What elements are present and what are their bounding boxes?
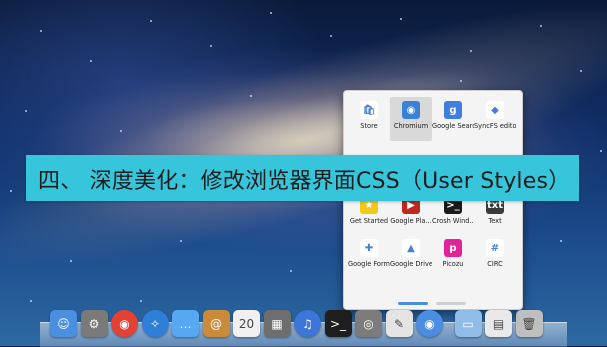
- messages-icon[interactable]: …: [172, 310, 199, 337]
- safari-icon[interactable]: ✧: [141, 310, 169, 337]
- circ-icon: #: [486, 239, 504, 257]
- finder-icon[interactable]: ☺: [50, 310, 77, 337]
- star: [470, 50, 472, 52]
- app-tile[interactable]: g Google Search: [432, 97, 474, 141]
- calendar-icon[interactable]: 20: [233, 310, 260, 337]
- app-tile-label: Google Forms: [348, 260, 390, 268]
- app-tile-label: SyncFS editor: [474, 122, 516, 130]
- app-tile-label: CIRC: [487, 260, 503, 268]
- star: [180, 240, 182, 242]
- star: [600, 150, 602, 152]
- app-tile-label: Store: [360, 122, 378, 130]
- google-search-icon: g: [444, 101, 462, 119]
- google-drive-icon: ▲: [402, 239, 420, 257]
- itunes-icon[interactable]: ♫: [294, 310, 321, 337]
- app-tile[interactable]: # CIRC: [474, 235, 516, 279]
- app-tile[interactable]: ◆ SyncFS editor: [474, 97, 516, 141]
- syncfs-editor-icon: ◆: [486, 101, 504, 119]
- star: [270, 12, 272, 14]
- trash-icon[interactable]: 🗑: [515, 310, 543, 337]
- app-tile[interactable]: 🛍 Store: [348, 97, 390, 141]
- star: [460, 80, 462, 82]
- star: [30, 300, 32, 302]
- page-indicator[interactable]: [436, 302, 466, 305]
- store-icon: 🛍: [360, 101, 378, 119]
- star: [70, 260, 72, 262]
- star: [540, 25, 542, 27]
- star: [290, 270, 292, 272]
- chromium-icon: ◉: [402, 101, 420, 119]
- star: [40, 30, 42, 32]
- star: [90, 60, 92, 62]
- app-tile[interactable]: ◉ Chromium: [390, 97, 432, 141]
- app-tile-label: Google Pla...: [390, 217, 432, 225]
- star: [10, 190, 12, 192]
- contacts-icon[interactable]: @: [202, 310, 230, 337]
- picozu-icon: p: [444, 239, 462, 257]
- app-tile-label: Crosh Wind...: [432, 217, 474, 225]
- star: [250, 95, 252, 97]
- app-tile-label: Text: [488, 217, 502, 225]
- app-tile-label: Get Started: [349, 217, 389, 225]
- system-preferences-icon[interactable]: ⚙: [80, 310, 108, 337]
- star: [210, 45, 212, 47]
- app-tile[interactable]: p Picozu: [432, 235, 474, 279]
- app-tile[interactable]: ▲ Google Drive: [390, 235, 432, 279]
- star: [560, 240, 562, 242]
- app-tile-label: Google Drive: [390, 260, 432, 268]
- banner-title: 四、 深度美化：修改浏览器界面CSS（User Styles）: [38, 169, 571, 194]
- app-tile-label: Chromium: [393, 122, 429, 130]
- photos-icon[interactable]: ▦: [263, 310, 291, 337]
- star: [120, 130, 122, 132]
- document-icon[interactable]: ▤: [485, 310, 512, 337]
- preview-icon[interactable]: ◎: [355, 310, 382, 337]
- star: [330, 35, 332, 37]
- app-tile[interactable]: ✚ Google Forms: [348, 235, 390, 279]
- chrome-icon[interactable]: ◉: [111, 310, 138, 337]
- folder-icon[interactable]: ▭: [454, 310, 482, 337]
- page-indicator[interactable]: [398, 302, 428, 305]
- google-forms-icon: ✚: [360, 239, 378, 257]
- star: [25, 110, 27, 112]
- app-tile-label: Google Search: [432, 122, 474, 130]
- star: [580, 70, 582, 72]
- star: [140, 300, 142, 302]
- title-banner: 四、 深度美化：修改浏览器界面CSS（User Styles）: [26, 155, 579, 201]
- app-tile-label: Picozu: [442, 260, 464, 268]
- chromium-dock-icon[interactable]: ◉: [416, 310, 443, 337]
- star: [400, 18, 402, 20]
- launcher-page-indicators: [398, 290, 474, 309]
- star: [150, 20, 152, 22]
- terminal-icon[interactable]: >_: [324, 310, 352, 337]
- script-editor-icon[interactable]: ✎: [385, 310, 413, 337]
